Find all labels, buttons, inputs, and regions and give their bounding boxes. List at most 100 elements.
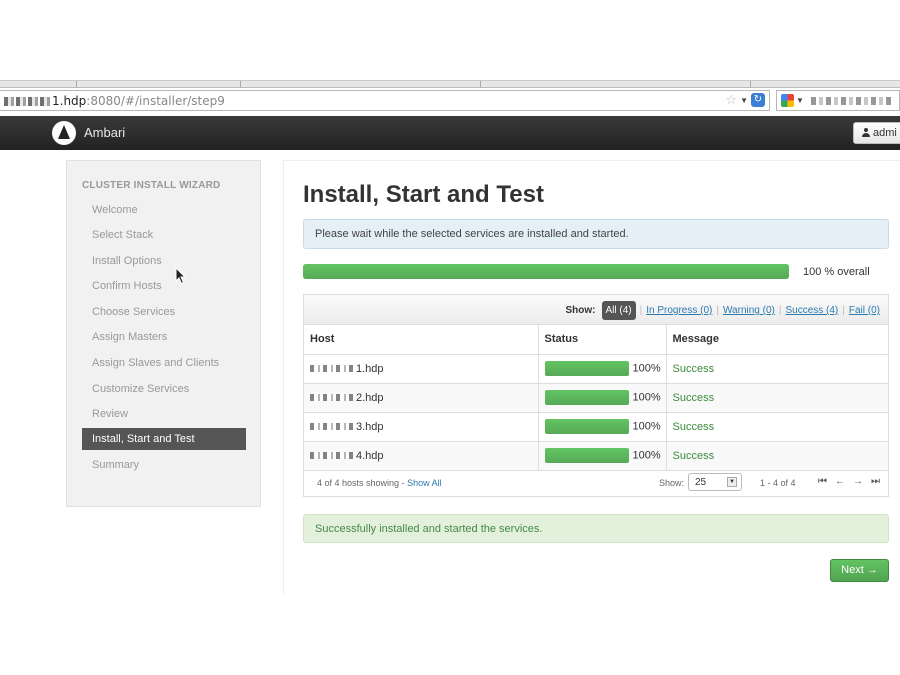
host-message-link[interactable]: Success <box>673 392 715 404</box>
browser-tab-strip <box>0 80 900 88</box>
host-message-link[interactable]: Success <box>673 450 715 462</box>
host-cell[interactable]: 2.hdp <box>304 383 539 413</box>
message-cell: Success <box>666 441 888 471</box>
tab-separator <box>480 81 481 88</box>
column-header-host[interactable]: Host <box>304 325 539 355</box>
host-name: 1.hdp <box>356 362 384 375</box>
user-menu-label: admi <box>873 127 897 139</box>
url-path: :8080/#/installer/step9 <box>86 94 225 108</box>
hosts-showing-text: 4 of 4 hosts showing - <box>317 478 408 488</box>
filter-in-progress[interactable]: In Progress (0) <box>646 305 712 316</box>
message-cell: Success <box>666 383 888 413</box>
filter-bar: Show: All (4) | In Progress (0) | Warnin… <box>304 295 888 325</box>
filter-separator: | <box>778 305 782 316</box>
first-page-icon[interactable]: ⏮ <box>818 476 827 487</box>
host-progress-bar <box>544 419 629 434</box>
filter-show-label: Show: <box>565 305 596 316</box>
host-cell[interactable]: 3.hdp <box>304 412 539 442</box>
step-choose-services[interactable]: Choose Services <box>82 301 246 323</box>
host-progress-label: 100% <box>632 391 661 404</box>
step-assign-masters[interactable]: Assign Masters <box>82 326 246 348</box>
redacted-host <box>310 423 354 431</box>
brand-name: Ambari <box>84 125 126 140</box>
host-progress-bar <box>544 390 629 405</box>
status-cell: 100% <box>538 383 667 413</box>
hosts-panel: Show: All (4) | In Progress (0) | Warnin… <box>303 294 889 497</box>
host-progress-label: 100% <box>632 420 661 433</box>
page-title: Install, Start and Test <box>303 181 544 208</box>
redacted-host <box>310 365 354 373</box>
filter-separator: | <box>842 305 845 316</box>
filter-warning[interactable]: Warning (0) <box>723 305 775 316</box>
address-bar[interactable]: 1.hdp:8080/#/installer/step9 ☆ ▼ ↻ <box>0 90 770 111</box>
top-navbar: Ambari admi <box>0 116 900 150</box>
show-all-link[interactable]: Show All <box>407 478 442 488</box>
message-cell: Success <box>666 412 888 442</box>
filter-fail[interactable]: Fail (0) <box>849 305 880 316</box>
overall-progress-fill <box>303 264 789 279</box>
column-header-message[interactable]: Message <box>666 325 888 355</box>
tab-separator <box>76 81 77 88</box>
url-text[interactable]: 1.hdp:8080/#/installer/step9 <box>4 94 225 108</box>
redacted-host <box>310 394 354 402</box>
page-size-select[interactable]: 25 ▼ <box>688 473 742 491</box>
column-header-status[interactable]: Status <box>538 325 667 355</box>
table-footer: 4 of 4 hosts showing - Show All Show: 25… <box>304 469 888 497</box>
host-progress-bar <box>544 448 629 463</box>
step-install-start-test[interactable]: Install, Start and Test <box>82 428 246 450</box>
host-message-link[interactable]: Success <box>673 363 715 375</box>
host-cell[interactable]: 1.hdp <box>304 354 539 384</box>
sidebar-header: CLUSTER INSTALL WIZARD <box>82 180 221 191</box>
search-bar[interactable]: ▼ <box>776 90 900 111</box>
host-name: 4.hdp <box>356 449 384 462</box>
step-confirm-hosts[interactable]: Confirm Hosts <box>82 275 246 297</box>
step-review[interactable]: Review <box>82 403 246 425</box>
overall-progress-label: 100 % overall <box>803 266 870 278</box>
filter-success[interactable]: Success (4) <box>785 305 838 316</box>
table-row: 4.hdp 100% Success <box>304 441 888 471</box>
user-menu-button[interactable]: admi <box>853 122 900 144</box>
host-name: 2.hdp <box>356 391 384 404</box>
page-size-label: Show: <box>659 478 685 488</box>
history-dropdown-icon[interactable]: ▼ <box>740 96 748 105</box>
search-engine-icon[interactable] <box>781 94 794 107</box>
redacted-host <box>310 452 354 460</box>
bookmark-star-icon[interactable]: ☆ <box>725 93 737 107</box>
host-progress-label: 100% <box>632 449 661 462</box>
tab-separator <box>240 81 241 88</box>
filter-all[interactable]: All (4) <box>601 301 636 320</box>
success-alert: Successfully installed and started the s… <box>303 514 889 543</box>
search-engine-dropdown-icon[interactable]: ▼ <box>796 96 804 105</box>
host-cell[interactable]: 4.hdp <box>304 441 539 471</box>
redacted-host <box>4 97 52 106</box>
redacted-search-text <box>811 97 891 105</box>
step-customize-services[interactable]: Customize Services <box>82 378 246 400</box>
host-progress-label: 100% <box>632 362 661 375</box>
pagination: ⏮ ← → ⏭ <box>818 476 880 487</box>
table-row: 2.hdp 100% Success <box>304 383 888 413</box>
step-welcome[interactable]: Welcome <box>82 199 246 221</box>
step-select-stack[interactable]: Select Stack <box>82 224 246 246</box>
reload-icon[interactable]: ↻ <box>751 93 765 107</box>
filter-separator: | <box>639 305 643 316</box>
host-name: 3.hdp <box>356 420 384 433</box>
status-cell: 100% <box>538 354 667 384</box>
status-cell: 100% <box>538 441 667 471</box>
page-range: 1 - 4 of 4 <box>760 478 796 488</box>
message-cell: Success <box>666 354 888 384</box>
url-host: 1.hdp <box>52 94 87 108</box>
host-message-link[interactable]: Success <box>673 421 715 433</box>
step-install-options[interactable]: Install Options <box>82 250 246 272</box>
info-alert: Please wait while the selected services … <box>303 219 889 249</box>
previous-page-icon[interactable]: ← <box>835 476 845 487</box>
last-page-icon[interactable]: ⏭ <box>871 476 880 487</box>
table-row: 1.hdp 100% Success <box>304 354 888 384</box>
page-size-value: 25 <box>695 477 707 488</box>
next-button[interactable]: Next → <box>830 559 889 582</box>
tab-separator <box>750 81 751 88</box>
table-row: 3.hdp 100% Success <box>304 412 888 442</box>
step-assign-slaves-clients[interactable]: Assign Slaves and Clients <box>82 352 246 374</box>
next-page-icon[interactable]: → <box>853 476 863 487</box>
step-summary[interactable]: Summary <box>82 454 246 476</box>
hosts-showing-summary: 4 of 4 hosts showing - Show All <box>317 478 442 488</box>
